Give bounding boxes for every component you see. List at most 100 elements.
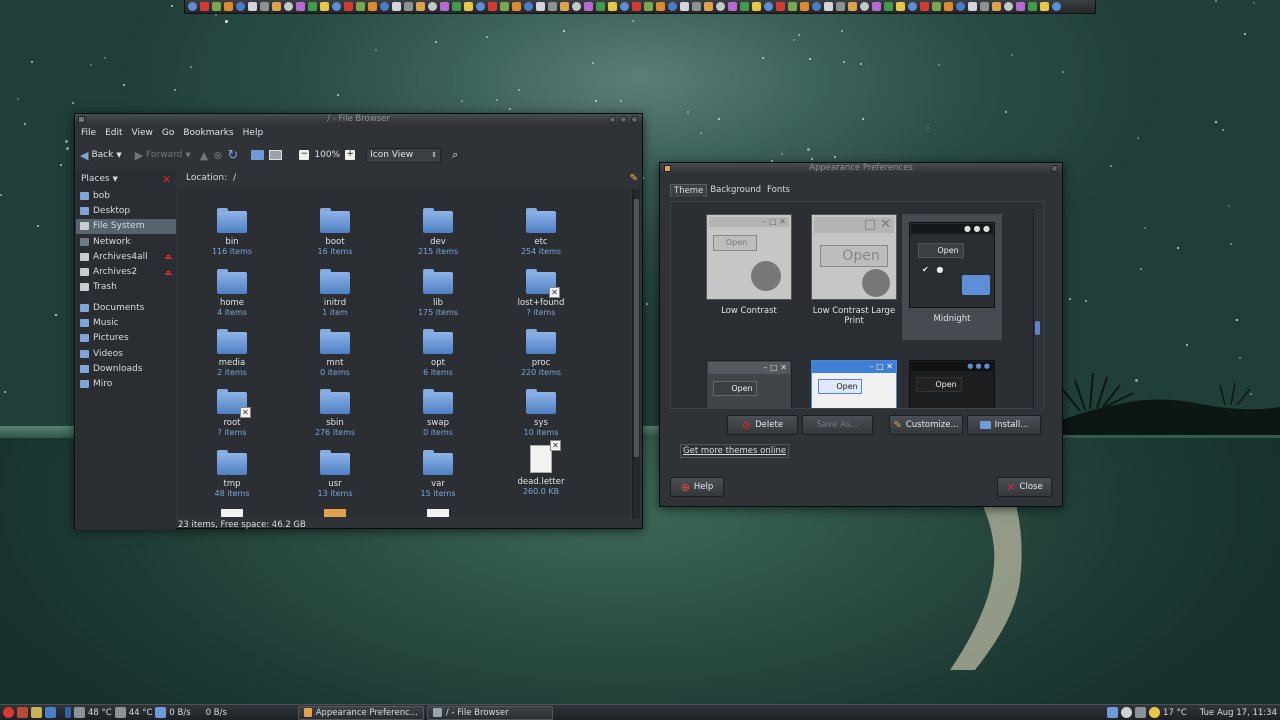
launcher-icon[interactable] xyxy=(800,2,809,11)
launcher-icon[interactable] xyxy=(308,2,317,11)
file-item[interactable]: ✕ root? items xyxy=(187,389,277,437)
get-more-themes-link[interactable]: Get more themes online xyxy=(680,444,790,458)
file-browser-titlebar[interactable]: / - File Browser xyxy=(75,114,642,125)
sidebar-item-documents[interactable]: Documents xyxy=(76,300,176,315)
update-tray-icon[interactable] xyxy=(1121,707,1133,718)
save-as-button[interactable]: Save As... xyxy=(802,415,873,435)
menu-edit[interactable]: Edit xyxy=(105,128,122,138)
launcher-icon[interactable] xyxy=(1016,2,1025,11)
tab-background[interactable]: Background xyxy=(707,184,764,197)
file-item[interactable]: initrd 1 item xyxy=(290,269,380,317)
launcher-icon[interactable] xyxy=(500,2,509,11)
launcher-icon[interactable] xyxy=(296,2,305,11)
file-item[interactable]: etc 254 items xyxy=(496,208,586,256)
file-item[interactable]: ✕ lost+found? items xyxy=(496,269,586,317)
launcher-icon[interactable] xyxy=(680,2,689,11)
launcher-icon[interactable] xyxy=(872,2,881,11)
launcher-icon[interactable] xyxy=(956,2,965,11)
launcher-icon[interactable] xyxy=(608,2,617,11)
launcher-icon[interactable] xyxy=(344,2,353,11)
launcher-icon[interactable] xyxy=(632,2,641,11)
launcher-icon[interactable] xyxy=(404,2,413,11)
theme-midnight[interactable]: ● ● ● Open ✔ ● Midnight xyxy=(902,214,1002,340)
window-menu-icon[interactable] xyxy=(664,165,671,172)
launcher-icon[interactable] xyxy=(320,2,329,11)
launcher-icon[interactable] xyxy=(428,2,437,11)
launcher-icon[interactable] xyxy=(392,2,401,11)
file-item[interactable]: opt 6 items xyxy=(393,329,483,377)
network-tray-icon[interactable] xyxy=(1107,707,1119,718)
view-mode-select[interactable]: Icon View ⇕ xyxy=(366,147,442,163)
launcher-icon[interactable] xyxy=(656,2,665,11)
file-item[interactable]: mnt 0 items xyxy=(290,329,380,377)
sidebar-item-archives4all[interactable]: Archives4all ⏏ xyxy=(76,249,176,264)
computer-button[interactable] xyxy=(269,150,283,160)
close-button[interactable] xyxy=(631,116,638,123)
document-icon[interactable] xyxy=(427,509,449,517)
eject-icon[interactable]: ⏏ xyxy=(164,252,172,261)
menu-bookmarks[interactable]: Bookmarks xyxy=(183,128,233,138)
zoom-in-button[interactable]: + xyxy=(345,150,356,160)
maximize-button[interactable] xyxy=(620,116,627,123)
appearance-titlebar[interactable]: Appearance Preferences xyxy=(660,163,1062,174)
file-item[interactable]: boot 16 items xyxy=(290,208,380,256)
launcher-icon[interactable] xyxy=(1004,2,1013,11)
install-button[interactable]: Install... xyxy=(967,415,1041,435)
launcher-icon[interactable] xyxy=(368,2,377,11)
theme-list-scrollbar[interactable] xyxy=(1033,209,1041,409)
screenshot-icon[interactable] xyxy=(31,707,42,718)
clock[interactable]: Tue Aug 17, 11:34 xyxy=(1200,708,1277,718)
launcher-icon[interactable] xyxy=(968,2,977,11)
home-folder-button[interactable] xyxy=(251,150,265,160)
sidebar-item-videos[interactable]: Videos xyxy=(76,346,176,361)
location-path[interactable]: / xyxy=(233,173,236,183)
close-sidebar-icon[interactable]: ✕ xyxy=(162,173,171,186)
search-button[interactable]: ⌕ xyxy=(452,148,458,162)
launcher-icon[interactable] xyxy=(668,2,677,11)
sidebar-item-pictures[interactable]: Pictures xyxy=(76,331,176,346)
reload-button[interactable]: ↻ xyxy=(227,148,238,163)
theme-preview-5[interactable]: – □ ✕ Open xyxy=(804,360,904,408)
logout-icon[interactable] xyxy=(17,707,28,718)
file-item[interactable]: proc 220 items xyxy=(496,329,586,377)
launcher-icon[interactable] xyxy=(560,2,569,11)
zoom-out-button[interactable]: − xyxy=(299,150,310,160)
launcher-icon[interactable] xyxy=(860,2,869,11)
launcher-icon[interactable] xyxy=(920,2,929,11)
file-item[interactable]: var 15 items xyxy=(393,450,483,498)
delete-button[interactable]: ⊘ Delete xyxy=(727,415,798,435)
launcher-icon[interactable] xyxy=(752,2,761,11)
close-button[interactable] xyxy=(1051,165,1058,172)
sidebar-item-file-system[interactable]: File System xyxy=(76,218,176,234)
stop-button[interactable]: ⊗ xyxy=(213,149,222,162)
launcher-icon[interactable] xyxy=(728,2,737,11)
sidebar-item-trash[interactable]: Trash xyxy=(76,280,176,295)
menu-help[interactable]: Help xyxy=(243,128,264,138)
sidebar-item-network[interactable]: Network xyxy=(76,234,176,249)
launcher-icon[interactable] xyxy=(584,2,593,11)
launcher-icon[interactable] xyxy=(464,2,473,11)
launcher-icon[interactable] xyxy=(776,2,785,11)
sidebar-item-desktop[interactable]: Desktop xyxy=(76,203,176,218)
launcher-icon[interactable] xyxy=(332,2,341,11)
package-icon[interactable] xyxy=(324,509,346,517)
customize-button[interactable]: ✎ Customize... xyxy=(889,415,963,435)
launcher-icon[interactable] xyxy=(260,2,269,11)
file-item[interactable]: tmp 48 items xyxy=(187,450,277,498)
up-button[interactable]: ▲ xyxy=(200,149,208,162)
launcher-icon[interactable] xyxy=(704,2,713,11)
launcher-icon[interactable] xyxy=(992,2,1001,11)
launcher-icon[interactable] xyxy=(212,2,221,11)
tab-theme[interactable]: Theme xyxy=(670,184,708,197)
menu-file[interactable]: File xyxy=(81,128,96,138)
launcher-icon[interactable] xyxy=(236,2,245,11)
launcher-icon[interactable] xyxy=(740,2,749,11)
scrollbar-thumb[interactable] xyxy=(1035,321,1040,335)
launcher-icon[interactable] xyxy=(848,2,857,11)
theme-low-contrast[interactable]: – □ ✕ Open Low Contrast xyxy=(699,214,799,316)
launcher-icon[interactable] xyxy=(1040,2,1049,11)
launcher-icon[interactable] xyxy=(836,2,845,11)
file-item[interactable]: usr 13 items xyxy=(290,450,380,498)
power-icon[interactable] xyxy=(3,707,14,718)
file-item[interactable]: ✕ dead.letter 260.0 KB xyxy=(496,440,586,496)
